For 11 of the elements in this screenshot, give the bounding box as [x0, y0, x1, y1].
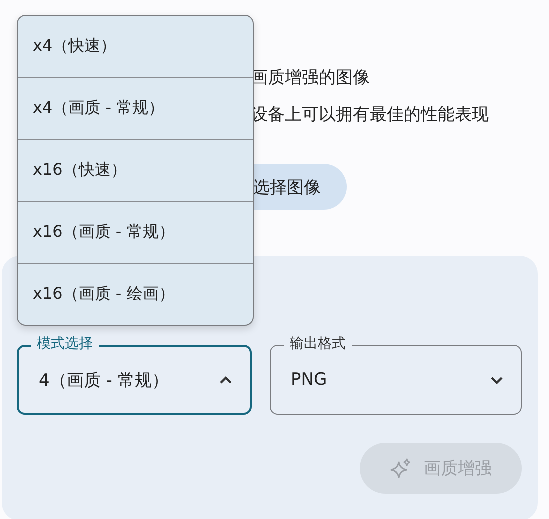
menu-item[interactable]: x16（画质 - 常规） [18, 201, 253, 263]
select-value: PNG [291, 370, 328, 390]
menu-item[interactable]: x4（快速） [18, 16, 253, 77]
menu-item[interactable]: x4（画质 - 常规） [18, 77, 253, 139]
sparkle-icon [390, 458, 412, 480]
menu-item[interactable]: x16（快速） [18, 139, 253, 201]
field-label: 模式选择 [31, 336, 99, 352]
menu-item[interactable]: x16（画质 - 绘画） [18, 263, 253, 325]
select-image-button[interactable]: 选择图像 [251, 164, 347, 210]
field-label: 输出格式 [284, 336, 352, 352]
select-value: 4（画质 - 常规） [39, 370, 169, 392]
